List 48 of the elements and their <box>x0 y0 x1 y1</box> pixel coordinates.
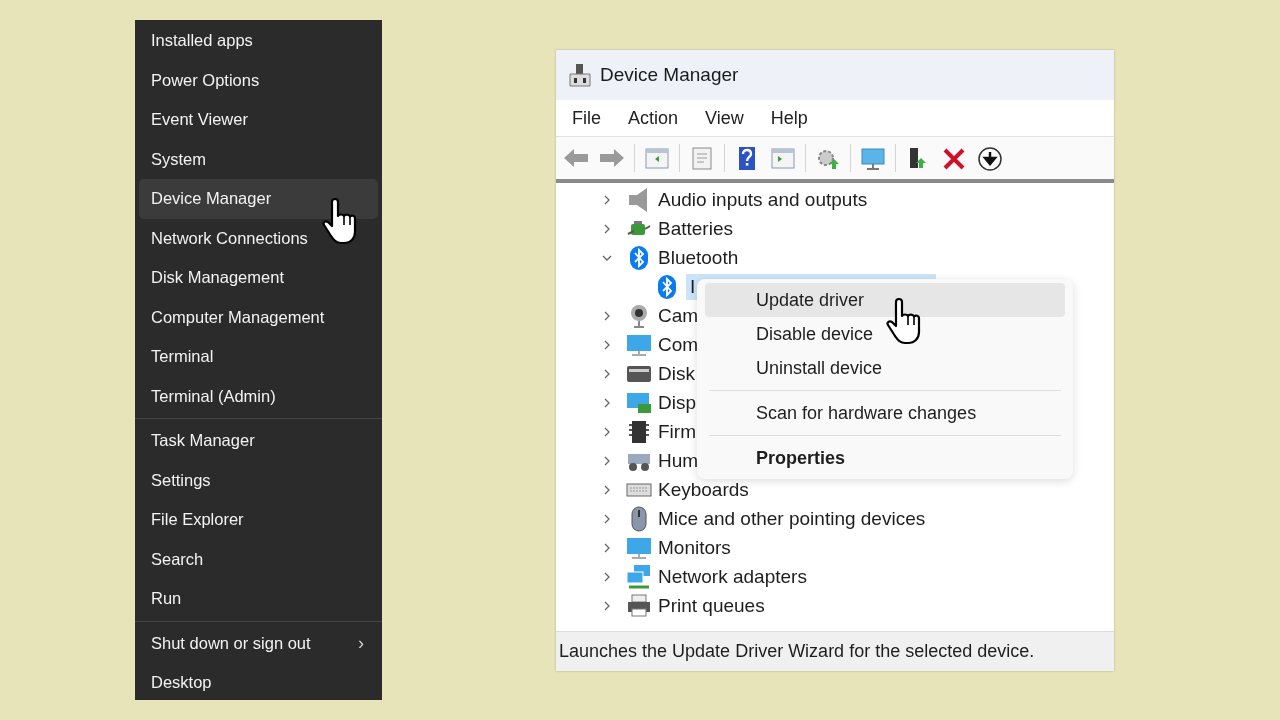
menu-item[interactable]: View <box>697 107 752 129</box>
download-icon[interactable] <box>976 144 1004 172</box>
menu-item[interactable]: Run <box>139 579 378 619</box>
menu-item[interactable]: Settings <box>139 460 378 500</box>
tree-item[interactable]: Firm <box>658 420 696 443</box>
menu-item[interactable]: Uninstall device <box>705 351 1065 385</box>
menu-item[interactable]: Properties <box>705 441 1065 475</box>
menu-item[interactable]: System <box>139 139 378 179</box>
menu-item[interactable]: Power Options <box>139 60 378 100</box>
tree-item[interactable]: Disk <box>658 362 695 385</box>
menu-item[interactable]: Terminal (Admin) <box>139 376 378 416</box>
menu-item[interactable]: Event Viewer <box>139 100 378 140</box>
menu-item[interactable]: Installed apps <box>139 21 378 61</box>
tree-item[interactable]: Com <box>658 333 699 356</box>
tree-item[interactable]: Cam <box>658 304 699 327</box>
status-bar-text: Launches the Update Driver Wizard for the selected device. <box>556 631 1114 671</box>
chevron-icon: › <box>358 632 364 654</box>
menu-item[interactable]: Action <box>620 107 687 129</box>
menu-item[interactable]: Network Connections <box>139 218 378 258</box>
device-manager-icon <box>568 62 592 88</box>
chip-icon <box>626 418 652 445</box>
menu-item[interactable]: Help <box>762 107 816 129</box>
menu-item[interactable]: Task Manager <box>139 421 378 461</box>
tree-item[interactable]: Print queues <box>658 594 765 617</box>
tree-item[interactable]: Monitors <box>658 536 731 559</box>
menu-item[interactable]: File <box>564 107 609 129</box>
menu-item[interactable]: File Explorer <box>139 500 378 540</box>
tree-item[interactable]: Bluetooth <box>658 246 739 269</box>
tree-item[interactable]: Keyboards <box>658 478 749 501</box>
menu-item[interactable]: Computer Management <box>139 297 378 337</box>
menu-item[interactable]: Terminal <box>139 337 378 377</box>
tree-item[interactable]: Mice and other pointing devices <box>658 507 926 530</box>
tree-item[interactable]: Hum <box>658 449 699 472</box>
menu-item[interactable]: Device Manager <box>139 179 378 219</box>
tree-item[interactable]: Batteries <box>658 217 733 240</box>
tree-item[interactable]: Audio inputs and outputs <box>658 188 868 211</box>
menu-item[interactable]: Shut down or sign out › <box>139 623 378 663</box>
tree-item[interactable]: Network adapters <box>658 565 807 588</box>
menu-item[interactable]: Desktop <box>139 663 378 703</box>
tree-item[interactable]: Disp <box>658 391 696 414</box>
network-icon <box>626 563 652 590</box>
window-title: Device Manager <box>600 64 739 86</box>
menu-item[interactable]: Scan for hardware changes <box>705 396 1065 430</box>
menu-item[interactable]: Disable device <box>705 317 1065 351</box>
menu-item[interactable]: Disk Management <box>139 258 378 298</box>
menu-item[interactable]: Update driver <box>705 283 1065 317</box>
menu-item[interactable]: Search <box>139 539 378 579</box>
printer-icon <box>626 592 652 619</box>
